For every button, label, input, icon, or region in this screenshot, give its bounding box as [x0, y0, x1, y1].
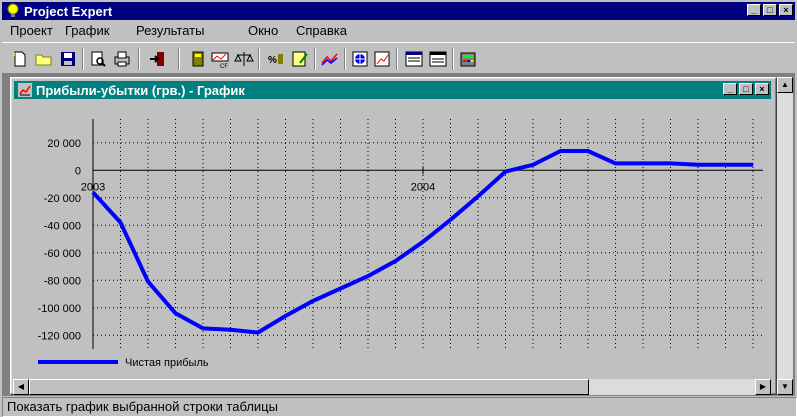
maximize-button[interactable]: □: [763, 4, 777, 16]
menu-window[interactable]: Окно: [248, 23, 278, 38]
scrollbar-thumb[interactable]: [29, 379, 589, 395]
y-tick-label: -20 000: [44, 193, 81, 205]
y-tick-label: -120 000: [38, 330, 81, 342]
percent-icon[interactable]: %: [266, 49, 286, 69]
edit-chart-icon[interactable]: [290, 49, 310, 69]
menu-project[interactable]: Проект: [10, 23, 53, 38]
y-tick-label: -80 000: [44, 275, 81, 287]
data-point: [560, 150, 561, 152]
list-window-icon[interactable]: [404, 49, 424, 69]
data-point: [285, 315, 286, 317]
print-preview-icon[interactable]: [88, 49, 108, 69]
y-tick-label: -100 000: [38, 303, 81, 315]
line-chart-icon[interactable]: [320, 49, 340, 69]
data-point: [230, 329, 231, 331]
close-button[interactable]: ×: [779, 4, 793, 16]
data-point: [312, 300, 314, 302]
status-text: Показать график выбранной строки таблицы: [7, 399, 278, 414]
data-point: [92, 191, 94, 193]
svg-text:CF: CF: [220, 64, 228, 69]
data-point: [395, 260, 396, 262]
scroll-left-arrow-icon[interactable]: ◀: [13, 379, 29, 395]
globe-report-icon[interactable]: [350, 49, 370, 69]
data-point: [532, 164, 534, 166]
data-point: [752, 164, 754, 166]
calculator-icon[interactable]: [458, 49, 478, 69]
data-point: [120, 222, 121, 223]
new-document-icon[interactable]: [10, 49, 30, 69]
status-bar: Показать график выбранной строки таблицы: [2, 397, 797, 417]
x-tick-label: 2003: [81, 181, 105, 193]
data-point: [367, 275, 369, 277]
menu-chart[interactable]: График: [65, 23, 109, 38]
data-point: [202, 327, 204, 329]
book-icon[interactable]: [188, 49, 208, 69]
chart-close-button[interactable]: ×: [755, 83, 769, 95]
data-point: [697, 164, 699, 166]
app-title: Project Expert: [24, 4, 113, 19]
data-point: [257, 332, 259, 333]
chart-area: 20 000 0 -20 000 -40 000 -60 000 -80 000 -100 …: [13, 99, 771, 379]
data-point: [642, 162, 644, 164]
table-window-icon[interactable]: [428, 49, 448, 69]
print-icon[interactable]: [112, 49, 132, 69]
data-point: [587, 150, 589, 152]
chart-svg: 20 000 0 -20 000 -40 000 -60 000 -80 000 -100 …: [38, 119, 763, 369]
report-chart-icon[interactable]: [372, 49, 392, 69]
y-tick-label: -60 000: [44, 248, 81, 260]
data-point: [147, 281, 149, 283]
app-titlebar: Project Expert _ □ ×: [2, 2, 795, 20]
chart-minimize-button[interactable]: _: [723, 83, 737, 95]
chart-maximize-button[interactable]: □: [739, 83, 753, 95]
chart-icon: [18, 83, 32, 97]
legend-label: Чистая прибыль: [125, 357, 209, 369]
x-tick-label: 2004: [411, 181, 435, 193]
data-point: [422, 241, 424, 243]
lightbulb-icon: [7, 3, 19, 17]
data-point: [505, 171, 506, 173]
scroll-right-arrow-icon[interactable]: ▶: [755, 379, 771, 395]
minimize-button[interactable]: _: [747, 4, 761, 16]
data-point: [670, 162, 671, 164]
horizontal-scrollbar[interactable]: ◀ ▶: [13, 379, 771, 395]
scroll-down-arrow-icon[interactable]: ▼: [777, 379, 793, 395]
svg-text:%: %: [268, 55, 277, 66]
cashflow-icon[interactable]: CF: [210, 49, 230, 69]
data-point: [477, 195, 479, 197]
chart-window-title: Прибыли-убытки (грв.) - График: [36, 83, 245, 98]
menu-results[interactable]: Результаты: [136, 23, 204, 38]
save-icon[interactable]: [58, 49, 78, 69]
open-folder-icon[interactable]: [34, 49, 54, 69]
vertical-scrollbar[interactable]: ▲ ▼: [777, 77, 793, 395]
scales-icon[interactable]: [234, 49, 254, 69]
menu-help[interactable]: Справка: [296, 23, 347, 38]
y-tick-label: 20 000: [47, 138, 81, 150]
data-point: [340, 288, 341, 289]
data-point: [175, 312, 176, 314]
y-tick-label: -40 000: [44, 220, 81, 232]
chart-window-titlebar[interactable]: Прибыли-убытки (грв.) - График _ □ ×: [14, 81, 771, 99]
menu-bar: Проект График Результаты Окно Справка: [2, 21, 795, 41]
y-tick-label: 0: [75, 165, 81, 177]
exit-icon[interactable]: [148, 49, 168, 69]
data-point: [725, 164, 726, 166]
data-point: [450, 219, 451, 221]
scroll-up-arrow-icon[interactable]: ▲: [777, 77, 793, 93]
toolbar: CF %: [2, 42, 795, 74]
data-point: [615, 162, 616, 164]
